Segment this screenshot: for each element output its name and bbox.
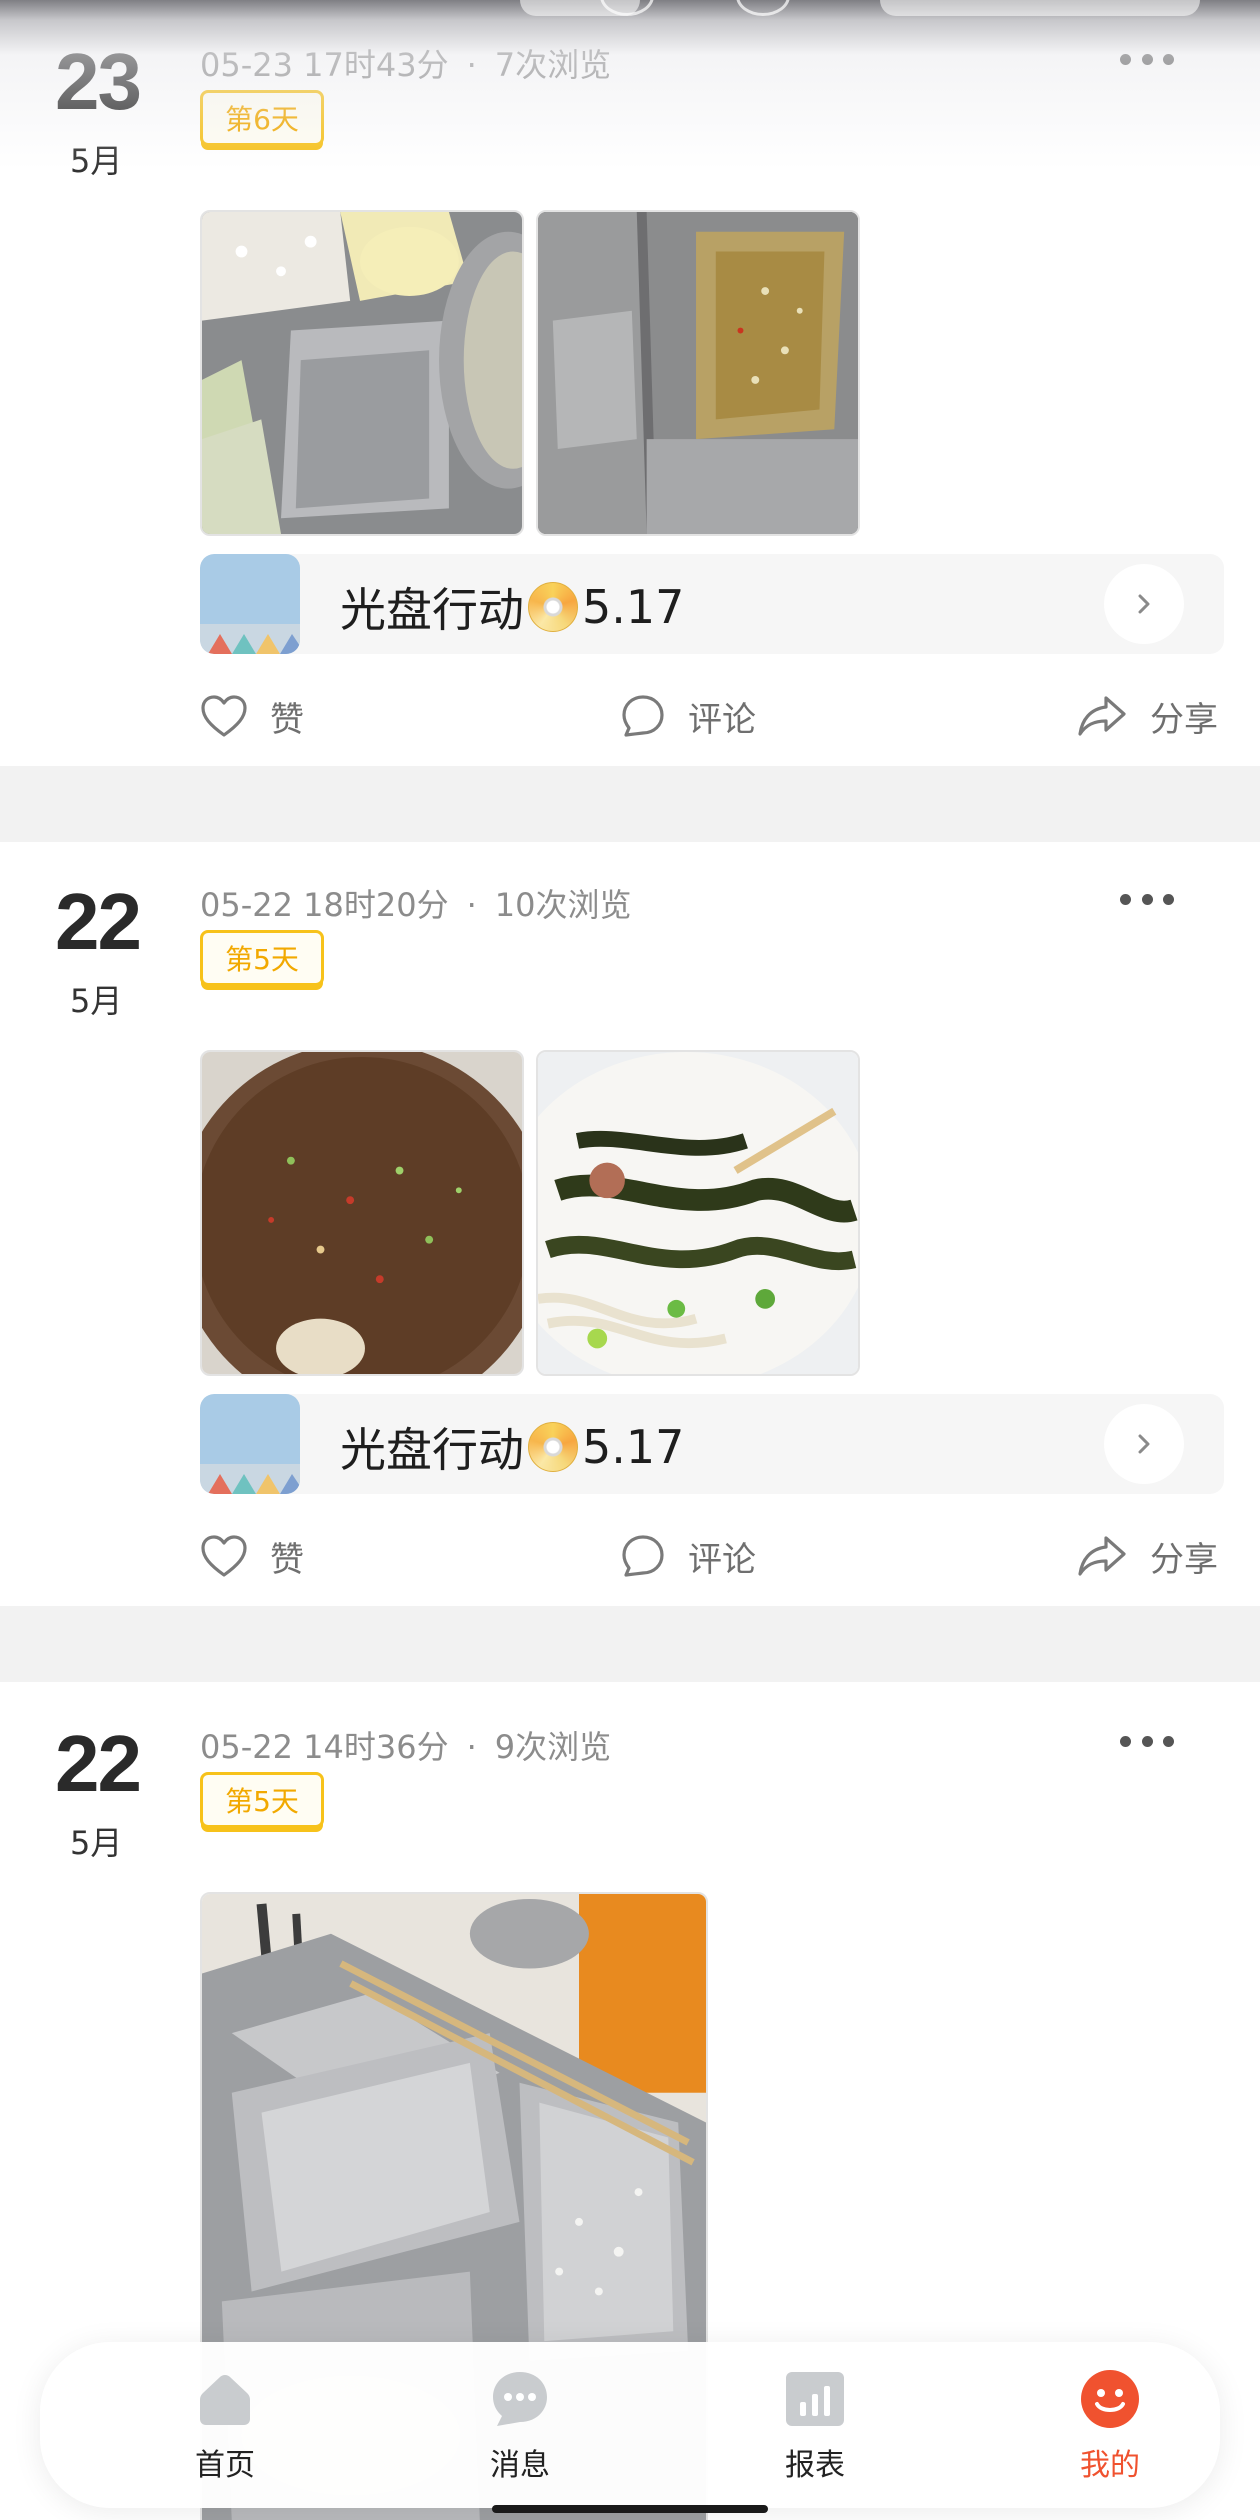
post-meta: 05-23 17时43分 · 7次浏览: [200, 40, 611, 86]
post-card: 23 5月 05-23 17时43分 · 7次浏览 第6天 光盘行动 5.17 …: [0, 0, 1260, 766]
tab-label: 我的: [1080, 2448, 1140, 2483]
share-label: 分享: [1150, 1539, 1218, 1580]
share-button[interactable]: 分享: [1076, 1526, 1218, 1586]
like-button[interactable]: 赞: [200, 686, 304, 746]
tab-label: 报表: [785, 2448, 845, 2483]
share-button[interactable]: 分享: [1076, 686, 1218, 746]
disc-icon: [528, 582, 578, 632]
chevron-right-icon[interactable]: [1104, 1404, 1184, 1484]
like-label: 赞: [270, 699, 304, 740]
post-time: 05-22 14时36分: [200, 1728, 449, 1766]
post-meta: 05-22 18时20分 · 10次浏览: [200, 880, 632, 926]
heart-icon: [201, 1535, 247, 1577]
comment-icon: [622, 1535, 664, 1577]
topic-card[interactable]: 光盘行动 5.17: [200, 1394, 1224, 1494]
post-actions: 赞 评论 分享: [0, 686, 1260, 746]
message-icon: [489, 2368, 551, 2430]
post-month: 5月: [70, 982, 123, 1020]
food-photo[interactable]: [536, 1050, 860, 1376]
tab-label: 消息: [490, 2448, 550, 2483]
share-label: 分享: [1150, 699, 1218, 740]
post-views: 7次浏览: [494, 46, 612, 84]
post-views: 10次浏览: [494, 886, 632, 924]
more-options-icon[interactable]: [1120, 892, 1174, 906]
home-icon: [194, 2368, 256, 2430]
post-meta: 05-22 14时36分 · 9次浏览: [200, 1722, 611, 1768]
comment-label: 评论: [688, 1539, 756, 1580]
topic-card[interactable]: 光盘行动 5.17: [200, 554, 1224, 654]
food-photo[interactable]: [200, 1050, 524, 1376]
tab-label: 首页: [195, 2448, 255, 2483]
topic-title: 光盘行动 5.17: [340, 580, 685, 637]
day-badge: 第5天: [200, 930, 324, 986]
topic-title: 光盘行动 5.17: [340, 1420, 685, 1477]
more-options-icon[interactable]: [1120, 1734, 1174, 1748]
post-views: 9次浏览: [494, 1728, 612, 1766]
post-month: 5月: [70, 1824, 123, 1862]
post-separator: [0, 766, 1260, 842]
day-badge: 第5天: [200, 1772, 324, 1828]
post-month: 5月: [70, 142, 123, 180]
smiley-icon: [1079, 2368, 1141, 2430]
day-badge: 第6天: [200, 90, 324, 146]
post-day: 23: [55, 37, 142, 126]
comment-label: 评论: [688, 699, 756, 740]
share-icon: [1078, 1536, 1126, 1576]
like-button[interactable]: 赞: [200, 1526, 304, 1586]
food-photo[interactable]: [536, 210, 860, 536]
post-time: 05-22 18时20分: [200, 886, 449, 924]
food-photo[interactable]: [200, 210, 524, 536]
topic-thumbnail: [200, 554, 300, 654]
photo-grid: [200, 1050, 860, 1376]
chart-icon: [784, 2368, 846, 2430]
more-options-icon[interactable]: [1120, 52, 1174, 66]
photo-grid: [200, 210, 860, 536]
share-icon: [1078, 696, 1126, 736]
post-actions: 赞 评论 分享: [0, 1526, 1260, 1586]
topic-thumbnail: [200, 1394, 300, 1494]
bottom-tab-bar: 首页 消息 报表 我的: [40, 2342, 1220, 2508]
comment-icon: [622, 695, 664, 737]
post-day: 22: [55, 877, 142, 966]
heart-icon: [201, 695, 247, 737]
tab-reports[interactable]: 报表: [745, 2368, 885, 2488]
post-day: 22: [55, 1719, 142, 1808]
post-time: 05-23 17时43分: [200, 46, 449, 84]
disc-icon: [528, 1422, 578, 1472]
meta-dot: ·: [466, 1728, 477, 1766]
feed: 23 5月 05-23 17时43分 · 7次浏览 第6天 光盘行动 5.17 …: [0, 0, 1260, 2520]
like-label: 赞: [270, 1539, 304, 1580]
chevron-right-icon[interactable]: [1104, 564, 1184, 644]
tab-messages[interactable]: 消息: [450, 2368, 590, 2488]
post-separator: [0, 1606, 1260, 1682]
comment-button[interactable]: 评论: [620, 1526, 756, 1586]
tab-home[interactable]: 首页: [155, 2368, 295, 2488]
tab-mine[interactable]: 我的: [1040, 2368, 1180, 2488]
meta-dot: ·: [466, 886, 477, 924]
post-card: 22 5月 05-22 18时20分 · 10次浏览 第5天 光盘行动 5.17…: [0, 842, 1260, 1606]
meta-dot: ·: [466, 46, 477, 84]
home-indicator: [492, 2505, 768, 2513]
comment-button[interactable]: 评论: [620, 686, 756, 746]
